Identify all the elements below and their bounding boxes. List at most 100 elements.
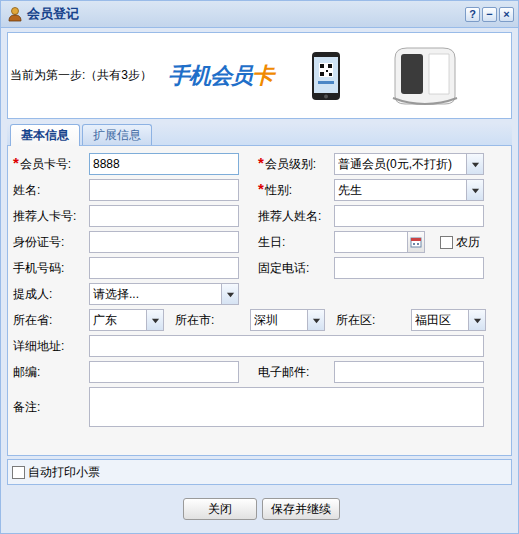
dialog-button[interactable]: 保存并继续 <box>262 498 340 520</box>
form-field: 推荐人卡号: <box>13 205 239 227</box>
field-label: 生日: <box>258 234 334 251</box>
print-strip: 自动打印小票 <box>7 459 512 485</box>
form-field: 姓名: <box>13 179 239 201</box>
date-input[interactable] <box>334 231 425 253</box>
text-input[interactable] <box>89 335 484 357</box>
form-field: *会员卡号:8888 <box>13 153 239 175</box>
text-input[interactable] <box>334 361 484 383</box>
select-box[interactable]: 请选择... <box>89 283 239 305</box>
auto-print-checkbox[interactable] <box>12 466 25 479</box>
select-box[interactable]: 广东 <box>89 309 164 331</box>
form-field: 邮编: <box>13 361 239 383</box>
step-text: 当前为第一步:（共有3步） <box>10 67 168 84</box>
auto-print-label: 自动打印小票 <box>28 464 100 481</box>
field-label: *性别: <box>258 181 334 199</box>
text-input[interactable] <box>89 361 239 383</box>
text-input[interactable] <box>334 205 484 227</box>
dropdown-trigger[interactable] <box>146 310 163 330</box>
form-field: 电子邮件: <box>258 361 484 383</box>
form-field: 身份证号: <box>13 231 239 253</box>
field-label: 手机号码: <box>13 260 89 277</box>
lunar-checkbox[interactable] <box>440 236 453 249</box>
form-field: 推荐人姓名: <box>258 205 484 227</box>
dialog-button[interactable]: 关闭 <box>183 498 257 520</box>
field-label: 固定电话: <box>258 260 334 277</box>
form-field: 手机号码: <box>13 257 239 279</box>
select-box[interactable]: 福田区 <box>411 309 486 331</box>
field-label: 所在省: <box>13 312 89 329</box>
window-title: 会员登记 <box>27 5 79 23</box>
field-label: 所在市: <box>175 312 250 329</box>
field-label: 提成人: <box>13 286 89 303</box>
text-input[interactable]: 8888 <box>89 153 239 175</box>
field-label: 所在区: <box>336 312 411 329</box>
select-box[interactable]: 深圳 <box>250 309 325 331</box>
banner: 当前为第一步:（共有3步）手机会员卡 <box>7 32 512 119</box>
form-field: *性别:先生 <box>258 179 484 201</box>
window-control-button[interactable]: × <box>499 7 514 22</box>
text-input[interactable] <box>89 205 239 227</box>
dropdown-trigger[interactable] <box>307 310 324 330</box>
form-field: 生日: 农历 <box>258 231 480 253</box>
down-arrow-icon <box>226 290 235 299</box>
field-label: *会员级别: <box>258 155 334 173</box>
form-field: 所在省:广东 <box>13 309 164 331</box>
member-icon <box>7 6 23 22</box>
calendar-icon <box>410 236 422 248</box>
form-field: 备注: <box>13 387 484 427</box>
field-label: 推荐人卡号: <box>13 208 89 225</box>
window-control-button[interactable]: − <box>482 7 497 22</box>
form-field: 固定电话: <box>258 257 484 279</box>
phone-icon <box>311 51 341 101</box>
form-field: 所在区:福田区 <box>336 309 486 331</box>
form-row: 推荐人卡号: 推荐人姓名: <box>13 205 511 227</box>
form-field: 所在市:深圳 <box>175 309 325 331</box>
tab-strip: 基本信息扩展信息 <box>7 123 512 146</box>
form-row: 备注: <box>13 387 511 427</box>
form-row: 手机号码: 固定电话: <box>13 257 511 279</box>
text-input[interactable] <box>334 257 484 279</box>
form-row: 提成人:请选择... <box>13 283 511 305</box>
field-label: 详细地址: <box>13 338 89 355</box>
lunar-option: 农历 <box>440 234 480 251</box>
field-label: 邮编: <box>13 364 89 381</box>
tab[interactable]: 扩展信息 <box>82 124 152 145</box>
required-mark: * <box>258 154 264 171</box>
scanner-device-icon <box>385 44 465 108</box>
form-field: 详细地址: <box>13 335 484 357</box>
select-box[interactable]: 普通会员(0元,不打折) <box>334 153 484 175</box>
down-arrow-icon <box>471 186 480 195</box>
down-arrow-icon <box>312 316 321 325</box>
down-arrow-icon <box>473 316 482 325</box>
down-arrow-icon <box>151 316 160 325</box>
date-trigger[interactable] <box>407 232 424 252</box>
form-row: 身份证号: 生日: 农历 <box>13 231 511 253</box>
member-dialog: 会员登记?−×当前为第一步:（共有3步）手机会员卡基本信息扩展信息*会员卡号:8… <box>0 0 519 534</box>
text-input[interactable] <box>89 231 239 253</box>
remark-textarea[interactable] <box>89 387 484 427</box>
window-control-button[interactable]: ? <box>465 7 480 22</box>
dropdown-trigger[interactable] <box>466 180 483 200</box>
text-input[interactable] <box>89 179 239 201</box>
form-row: 邮编: 电子邮件: <box>13 361 511 383</box>
required-mark: * <box>258 180 264 197</box>
form-row: 详细地址: <box>13 335 511 357</box>
select-box[interactable]: 先生 <box>334 179 484 201</box>
field-label: 电子邮件: <box>258 364 334 381</box>
form-row: 姓名: *性别:先生 <box>13 179 511 201</box>
dropdown-trigger[interactable] <box>468 310 485 330</box>
form-row: *会员卡号:8888 *会员级别:普通会员(0元,不打折) <box>13 153 511 175</box>
window-controls: ?−× <box>465 7 514 22</box>
form-field: 提成人:请选择... <box>13 283 239 305</box>
field-label: 姓名: <box>13 182 89 199</box>
down-arrow-icon <box>471 160 480 169</box>
form-panel: *会员卡号:8888*会员级别:普通会员(0元,不打折)姓名:*性别:先生推荐人… <box>7 146 512 456</box>
form-field: *会员级别:普通会员(0元,不打折) <box>258 153 484 175</box>
field-label: 备注: <box>13 399 89 416</box>
title-bar: 会员登记?−× <box>1 1 518 28</box>
form-row: 所在省:广东所在市:深圳所在区:福田区 <box>13 309 511 331</box>
tab[interactable]: 基本信息 <box>10 124 80 146</box>
dropdown-trigger[interactable] <box>466 154 483 174</box>
text-input[interactable] <box>89 257 239 279</box>
dropdown-trigger[interactable] <box>221 284 238 304</box>
